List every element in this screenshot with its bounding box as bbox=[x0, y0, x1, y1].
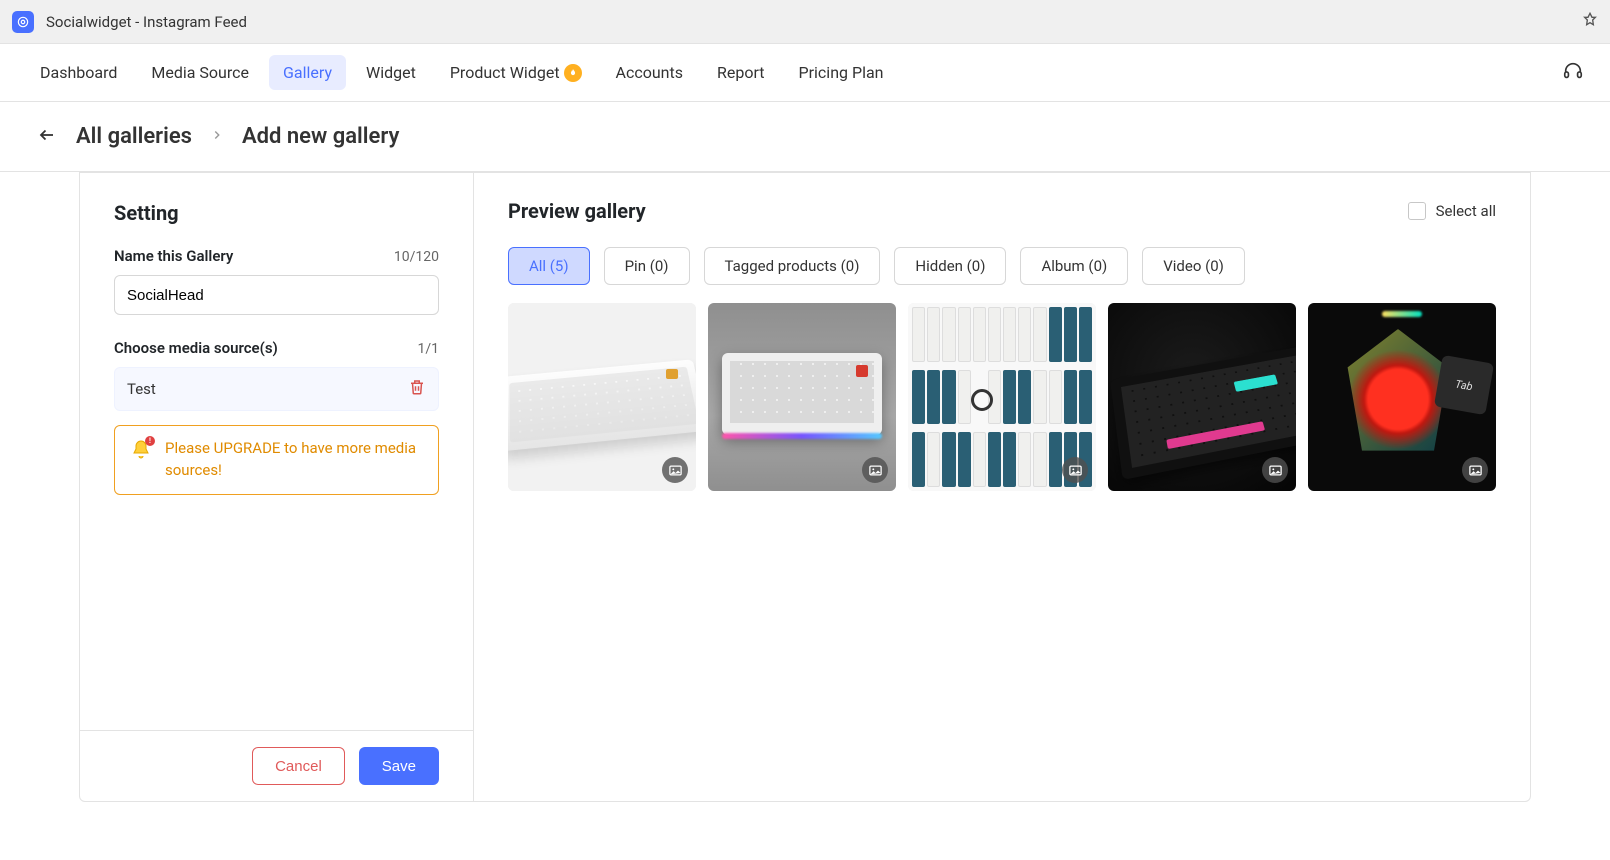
trash-icon[interactable] bbox=[408, 378, 426, 400]
main: Setting Name this Gallery 10/120 Choose … bbox=[0, 172, 1610, 802]
image-type-icon bbox=[1462, 457, 1488, 483]
breadcrumb-row: All galleries Add new gallery bbox=[0, 102, 1610, 172]
image-type-icon bbox=[1262, 457, 1288, 483]
preview-panel: Preview gallery Select all All (5) Pin (… bbox=[474, 173, 1530, 801]
nav-pricing-plan[interactable]: Pricing Plan bbox=[785, 55, 898, 90]
bell-icon: ! bbox=[129, 438, 153, 462]
media-source-name: Test bbox=[127, 380, 156, 398]
nav-gallery[interactable]: Gallery bbox=[269, 55, 346, 90]
tab-hidden[interactable]: Hidden (0) bbox=[894, 247, 1006, 285]
image-type-icon bbox=[1062, 457, 1088, 483]
gallery-name-input[interactable] bbox=[114, 275, 439, 315]
pin-icon[interactable] bbox=[1582, 12, 1598, 32]
chevron-right-icon bbox=[210, 128, 224, 146]
app-icon bbox=[12, 11, 34, 33]
gallery-item[interactable] bbox=[508, 303, 696, 491]
gallery-item[interactable]: Tab bbox=[1308, 303, 1496, 491]
top-nav: Dashboard Media Source Gallery Widget Pr… bbox=[0, 44, 1610, 102]
select-all-label: Select all bbox=[1436, 202, 1496, 220]
name-label: Name this Gallery bbox=[114, 247, 233, 265]
breadcrumb-all-galleries[interactable]: All galleries bbox=[76, 124, 192, 149]
gallery-grid: Tab bbox=[508, 303, 1496, 491]
settings-panel: Setting Name this Gallery 10/120 Choose … bbox=[80, 173, 474, 801]
titlebar: Socialwidget - Instagram Feed bbox=[0, 0, 1610, 44]
source-label: Choose media source(s) bbox=[114, 339, 278, 357]
app-title: Socialwidget - Instagram Feed bbox=[46, 13, 247, 31]
nav-accounts[interactable]: Accounts bbox=[602, 55, 697, 90]
panel-container: Setting Name this Gallery 10/120 Choose … bbox=[79, 172, 1531, 802]
nav-widget[interactable]: Widget bbox=[352, 55, 430, 90]
save-button[interactable]: Save bbox=[359, 747, 439, 785]
headset-icon[interactable] bbox=[1562, 60, 1584, 86]
tab-video[interactable]: Video (0) bbox=[1142, 247, 1245, 285]
nav-product-widget-label: Product Widget bbox=[450, 63, 560, 82]
gallery-item[interactable] bbox=[1108, 303, 1296, 491]
image-type-icon bbox=[662, 457, 688, 483]
nav-media-source[interactable]: Media Source bbox=[137, 55, 263, 90]
tab-pin[interactable]: Pin (0) bbox=[604, 247, 690, 285]
fire-badge-icon bbox=[564, 64, 582, 82]
nav-dashboard[interactable]: Dashboard bbox=[26, 55, 131, 90]
select-all[interactable]: Select all bbox=[1408, 202, 1496, 220]
back-arrow-icon[interactable] bbox=[36, 126, 58, 148]
upgrade-alert-text: Please UPGRADE to have more media source… bbox=[165, 438, 424, 482]
gallery-item[interactable] bbox=[908, 303, 1096, 491]
nav-product-widget[interactable]: Product Widget bbox=[436, 55, 596, 90]
filter-tabs: All (5) Pin (0) Tagged products (0) Hidd… bbox=[508, 247, 1496, 285]
source-counter: 1/1 bbox=[417, 341, 439, 357]
preview-heading: Preview gallery bbox=[508, 199, 646, 223]
breadcrumb-current: Add new gallery bbox=[242, 124, 399, 149]
tab-all[interactable]: All (5) bbox=[508, 247, 590, 285]
image-type-icon bbox=[862, 457, 888, 483]
tab-keycap-label: Tab bbox=[1434, 355, 1494, 415]
name-counter: 10/120 bbox=[394, 249, 439, 265]
tab-tagged[interactable]: Tagged products (0) bbox=[704, 247, 881, 285]
media-source-row: Test bbox=[114, 367, 439, 411]
settings-heading: Setting bbox=[114, 201, 439, 225]
select-all-checkbox[interactable] bbox=[1408, 202, 1426, 220]
nav-report[interactable]: Report bbox=[703, 55, 779, 90]
gallery-item[interactable] bbox=[708, 303, 896, 491]
cancel-button[interactable]: Cancel bbox=[252, 747, 345, 785]
tab-album[interactable]: Album (0) bbox=[1020, 247, 1128, 285]
upgrade-alert: ! Please UPGRADE to have more media sour… bbox=[114, 425, 439, 495]
settings-footer: Cancel Save bbox=[80, 730, 473, 801]
